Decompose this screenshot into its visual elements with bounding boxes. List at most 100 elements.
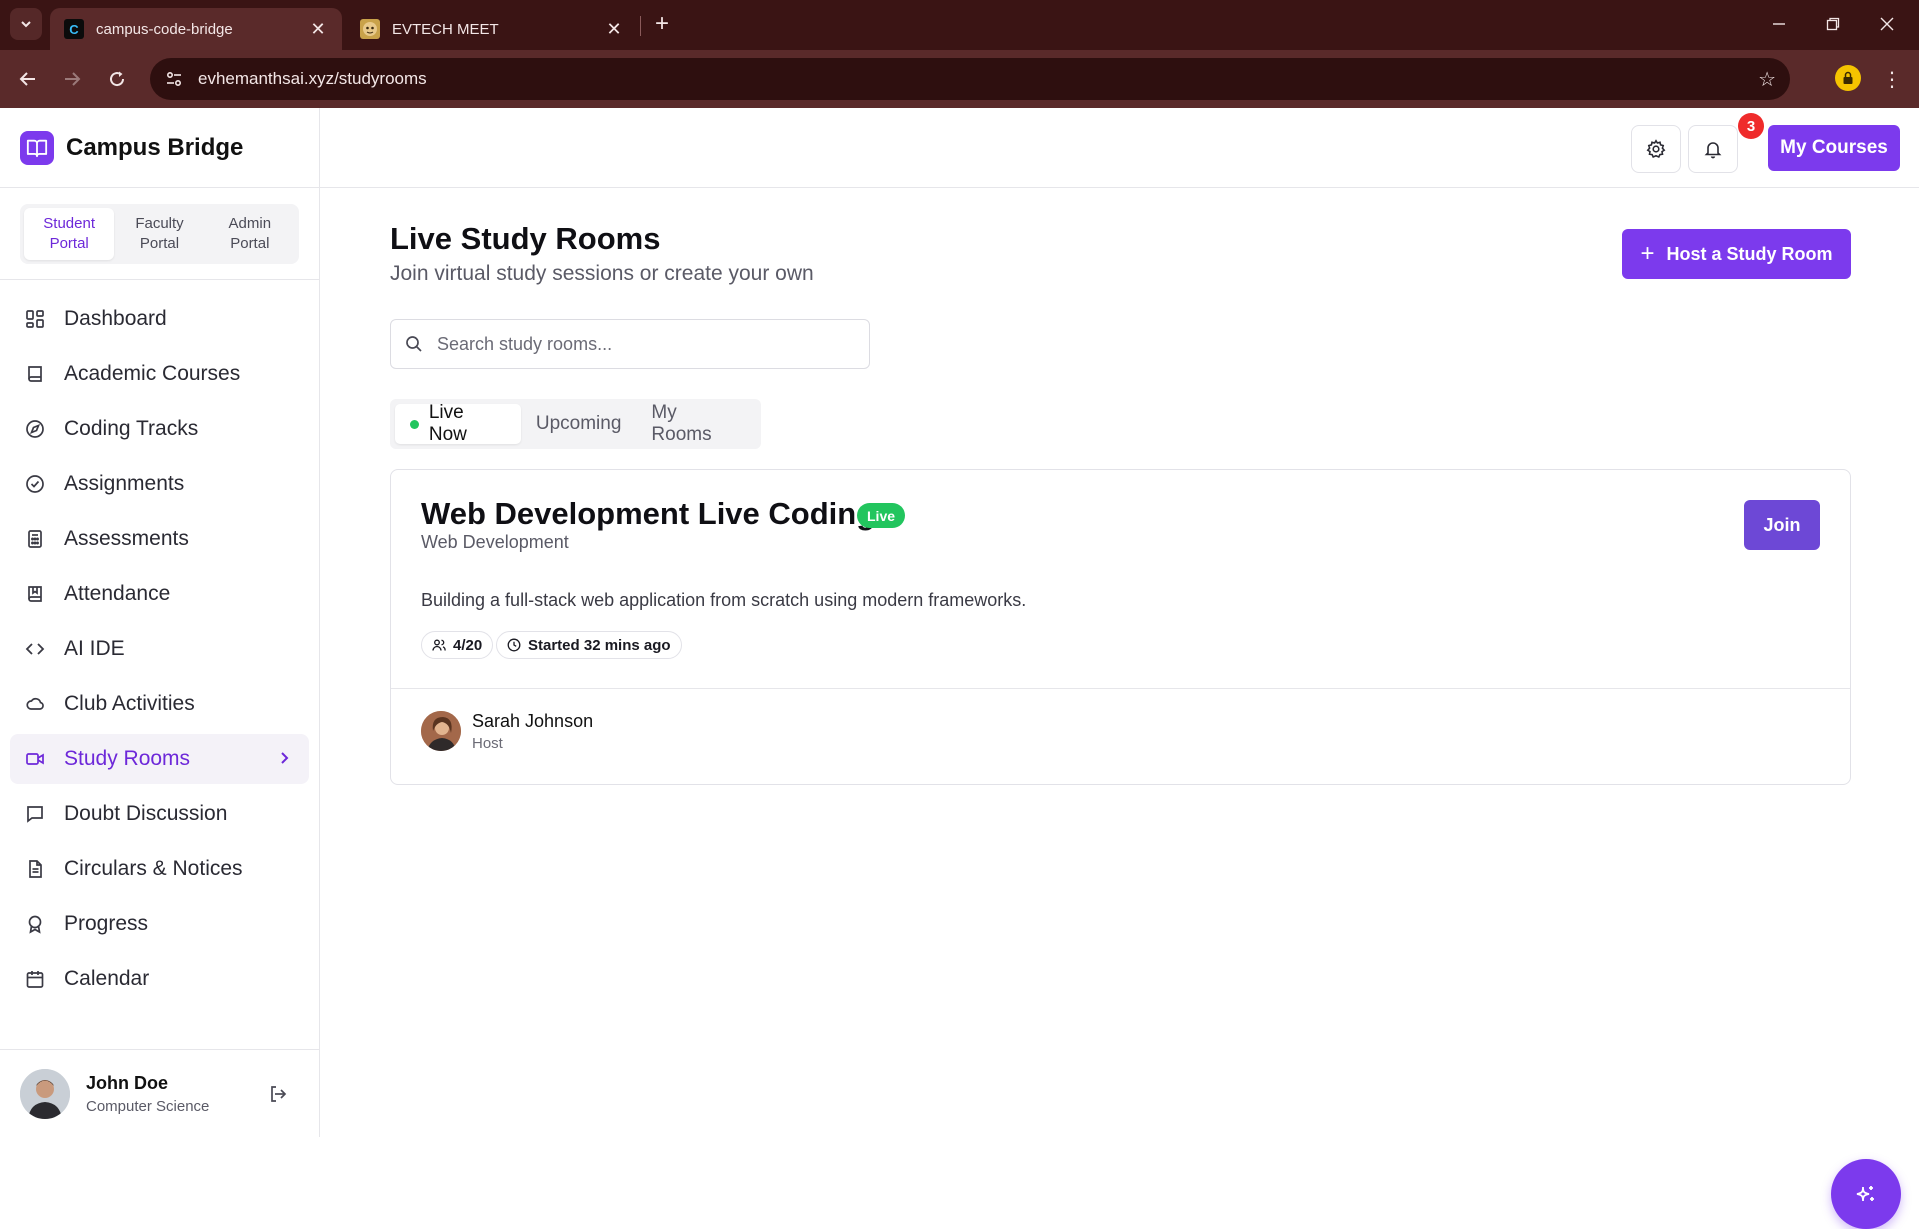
message-square-icon — [24, 803, 46, 825]
tab-label: Upcoming — [535, 413, 622, 434]
user-profile: John Doe Computer Science — [0, 1049, 319, 1137]
card-divider — [391, 688, 1850, 689]
tab-upcoming[interactable]: Upcoming — [521, 404, 637, 444]
live-status-dot — [410, 419, 419, 429]
sidebar-item-coding-tracks[interactable]: Coding Tracks — [10, 404, 309, 454]
student-portal-tab[interactable]: Student Portal — [24, 207, 115, 260]
my-courses-button[interactable]: My Courses — [1768, 125, 1900, 171]
close-window-button[interactable] — [1860, 8, 1914, 40]
brand[interactable]: Campus Bridge — [0, 108, 319, 188]
browser-menu-icon[interactable]: ⋮ — [1880, 63, 1904, 95]
sidebar-item-circulars-notices[interactable]: Circulars & Notices — [10, 844, 309, 894]
site-info-icon[interactable] — [158, 63, 190, 95]
browser-tab-campus[interactable]: C campus-code-bridge ✕ — [50, 8, 342, 50]
sidebar-nav: Dashboard Academic Courses Coding Tracks… — [0, 280, 319, 1004]
minimize-button[interactable] — [1752, 8, 1806, 40]
search-box — [390, 319, 870, 369]
tab-title: EVTECH MEET — [392, 20, 499, 38]
profile-avatar[interactable] — [1835, 65, 1861, 91]
main-content: Live Study Rooms Join virtual study sess… — [320, 188, 1919, 1137]
bookmark-star-icon[interactable]: ☆ — [1758, 67, 1776, 92]
sidebar: Campus Bridge Student Portal Faculty Por… — [0, 108, 320, 1137]
host-study-room-label: Host a Study Room — [1666, 243, 1833, 264]
room-category: Web Development — [421, 532, 569, 552]
sidebar-item-label: Circulars & Notices — [64, 857, 243, 880]
sidebar-item-attendance[interactable]: Attendance — [10, 569, 309, 619]
browser-tab-evtech[interactable]: EVTECH MEET ✕ — [346, 8, 638, 50]
tab-live-now[interactable]: Live Now — [395, 402, 521, 445]
tab-my-rooms[interactable]: My Rooms — [636, 402, 756, 445]
sidebar-item-label: Assessments — [64, 527, 189, 550]
sidebar-item-club-activities[interactable]: Club Activities — [10, 679, 309, 729]
back-button[interactable] — [12, 63, 44, 95]
sidebar-item-progress[interactable]: Progress — [10, 899, 309, 949]
close-tab-icon[interactable]: ✕ — [308, 19, 328, 40]
started-time-chip: Started 32 mins ago — [496, 631, 682, 659]
chevron-right-icon — [277, 749, 291, 773]
sidebar-item-calendar[interactable]: Calendar — [10, 954, 309, 1004]
monkey-icon — [360, 19, 380, 39]
video-icon — [24, 748, 46, 770]
campus-favicon-icon: C — [64, 19, 84, 39]
sidebar-item-assignments[interactable]: Assignments — [10, 459, 309, 509]
tab-label: My Rooms — [651, 402, 712, 445]
top-bar: 3 My Courses — [320, 108, 1919, 188]
status-badge: Live — [857, 503, 906, 528]
url-field[interactable]: evhemanthsai.xyz/studyrooms ☆ — [150, 58, 1790, 100]
notifications-button[interactable] — [1688, 125, 1738, 173]
reload-button[interactable] — [101, 63, 133, 95]
tab-label: Live Now — [428, 402, 467, 445]
page-subtitle: Join virtual study sessions or create yo… — [390, 262, 814, 285]
lock-icon — [1843, 71, 1853, 84]
tab-search-button[interactable] — [10, 8, 42, 40]
forward-button[interactable] — [56, 63, 88, 95]
book-icon — [24, 363, 46, 385]
avatar[interactable] — [20, 1068, 70, 1119]
host-study-room-button[interactable]: + Host a Study Room — [1622, 229, 1851, 279]
search-icon — [406, 336, 422, 352]
sidebar-item-label: Attendance — [64, 582, 171, 605]
host-role: Host — [472, 735, 503, 752]
participants-count: 4/20 — [453, 636, 483, 654]
sidebar-item-ai-ide[interactable]: AI IDE — [10, 624, 309, 674]
restore-icon — [1826, 17, 1840, 31]
sidebar-item-study-rooms[interactable]: Study Rooms — [10, 734, 309, 784]
settings-button[interactable] — [1631, 125, 1681, 173]
room-filter-tabs: Live Now Upcoming My Rooms — [390, 399, 761, 449]
tab-separator — [640, 16, 641, 36]
join-button[interactable]: Join — [1744, 500, 1820, 550]
plus-icon: + — [1640, 240, 1655, 267]
host-name: Sarah Johnson — [472, 711, 594, 731]
arrow-right-icon — [65, 72, 81, 86]
sidebar-item-label: Calendar — [64, 967, 150, 990]
code-icon — [24, 638, 46, 660]
tent-icon — [24, 693, 46, 715]
sidebar-item-label: AI IDE — [64, 637, 125, 660]
bell-icon — [1704, 142, 1722, 159]
sidebar-item-doubt-discussion[interactable]: Doubt Discussion — [10, 789, 309, 839]
sidebar-item-label: Coding Tracks — [64, 417, 199, 440]
brand-name: Campus Bridge — [66, 133, 244, 161]
admin-portal-tab[interactable]: Admin Portal — [205, 208, 295, 260]
dashboard-icon — [24, 308, 46, 330]
sidebar-item-label: Club Activities — [64, 692, 195, 715]
new-tab-button[interactable]: + — [648, 10, 676, 38]
book-bookmark-icon — [24, 583, 46, 605]
sidebar-item-assessments[interactable]: Assessments — [10, 514, 309, 564]
search-input[interactable] — [437, 333, 837, 355]
sidebar-item-dashboard[interactable]: Dashboard — [10, 294, 309, 344]
sidebar-item-academic-courses[interactable]: Academic Courses — [10, 349, 309, 399]
clock-icon — [507, 638, 521, 652]
restore-button[interactable] — [1806, 8, 1860, 40]
logout-icon[interactable] — [266, 1082, 290, 1106]
reload-icon — [110, 71, 125, 87]
compass-icon — [24, 418, 46, 440]
url-text: evhemanthsai.xyz/studyrooms — [198, 69, 427, 88]
user-name: John Doe — [86, 1072, 169, 1093]
close-tab-icon[interactable]: ✕ — [604, 19, 624, 40]
room-title: Web Development Live Coding — [421, 496, 876, 531]
calendar-icon — [24, 968, 46, 990]
ai-assistant-button[interactable] — [1831, 1159, 1901, 1229]
faculty-portal-tab[interactable]: Faculty Portal — [114, 208, 204, 260]
book-open-icon — [20, 130, 54, 165]
